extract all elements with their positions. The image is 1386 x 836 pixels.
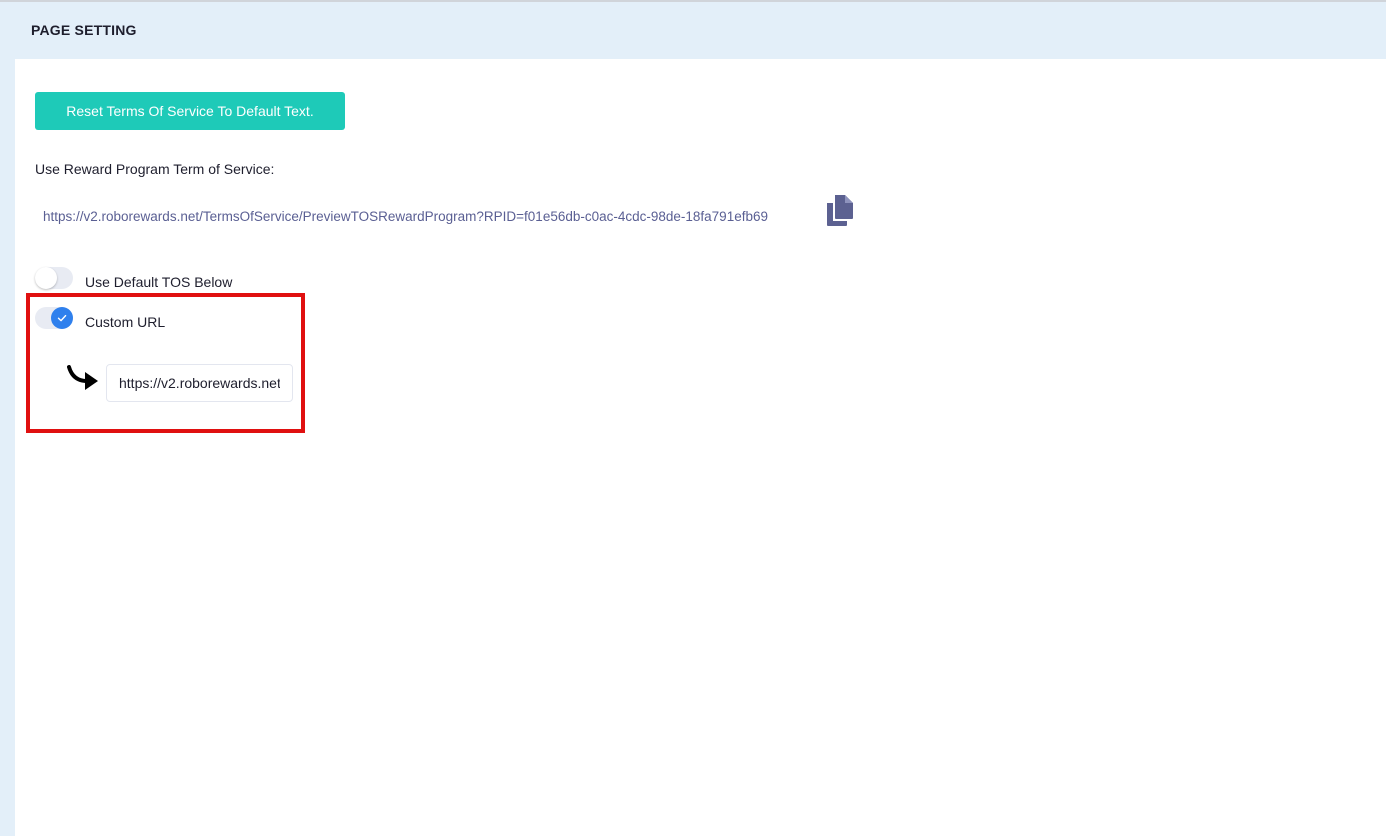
content-panel: Reset Terms Of Service To Default Text. …	[15, 59, 1386, 836]
page-title: PAGE SETTING	[31, 22, 137, 38]
tos-preview-link[interactable]: https://v2.roborewards.net/TermsOfServic…	[43, 209, 768, 224]
copy-icon[interactable]	[823, 193, 857, 227]
toggle-knob	[35, 267, 57, 289]
page-header: PAGE SETTING	[0, 2, 1386, 59]
tos-label: Use Reward Program Term of Service:	[35, 161, 275, 177]
annotation-highlight-box	[26, 293, 305, 433]
default-tos-label: Use Default TOS Below	[85, 274, 233, 290]
default-tos-toggle[interactable]	[35, 267, 73, 289]
reset-tos-button[interactable]: Reset Terms Of Service To Default Text.	[35, 92, 345, 130]
